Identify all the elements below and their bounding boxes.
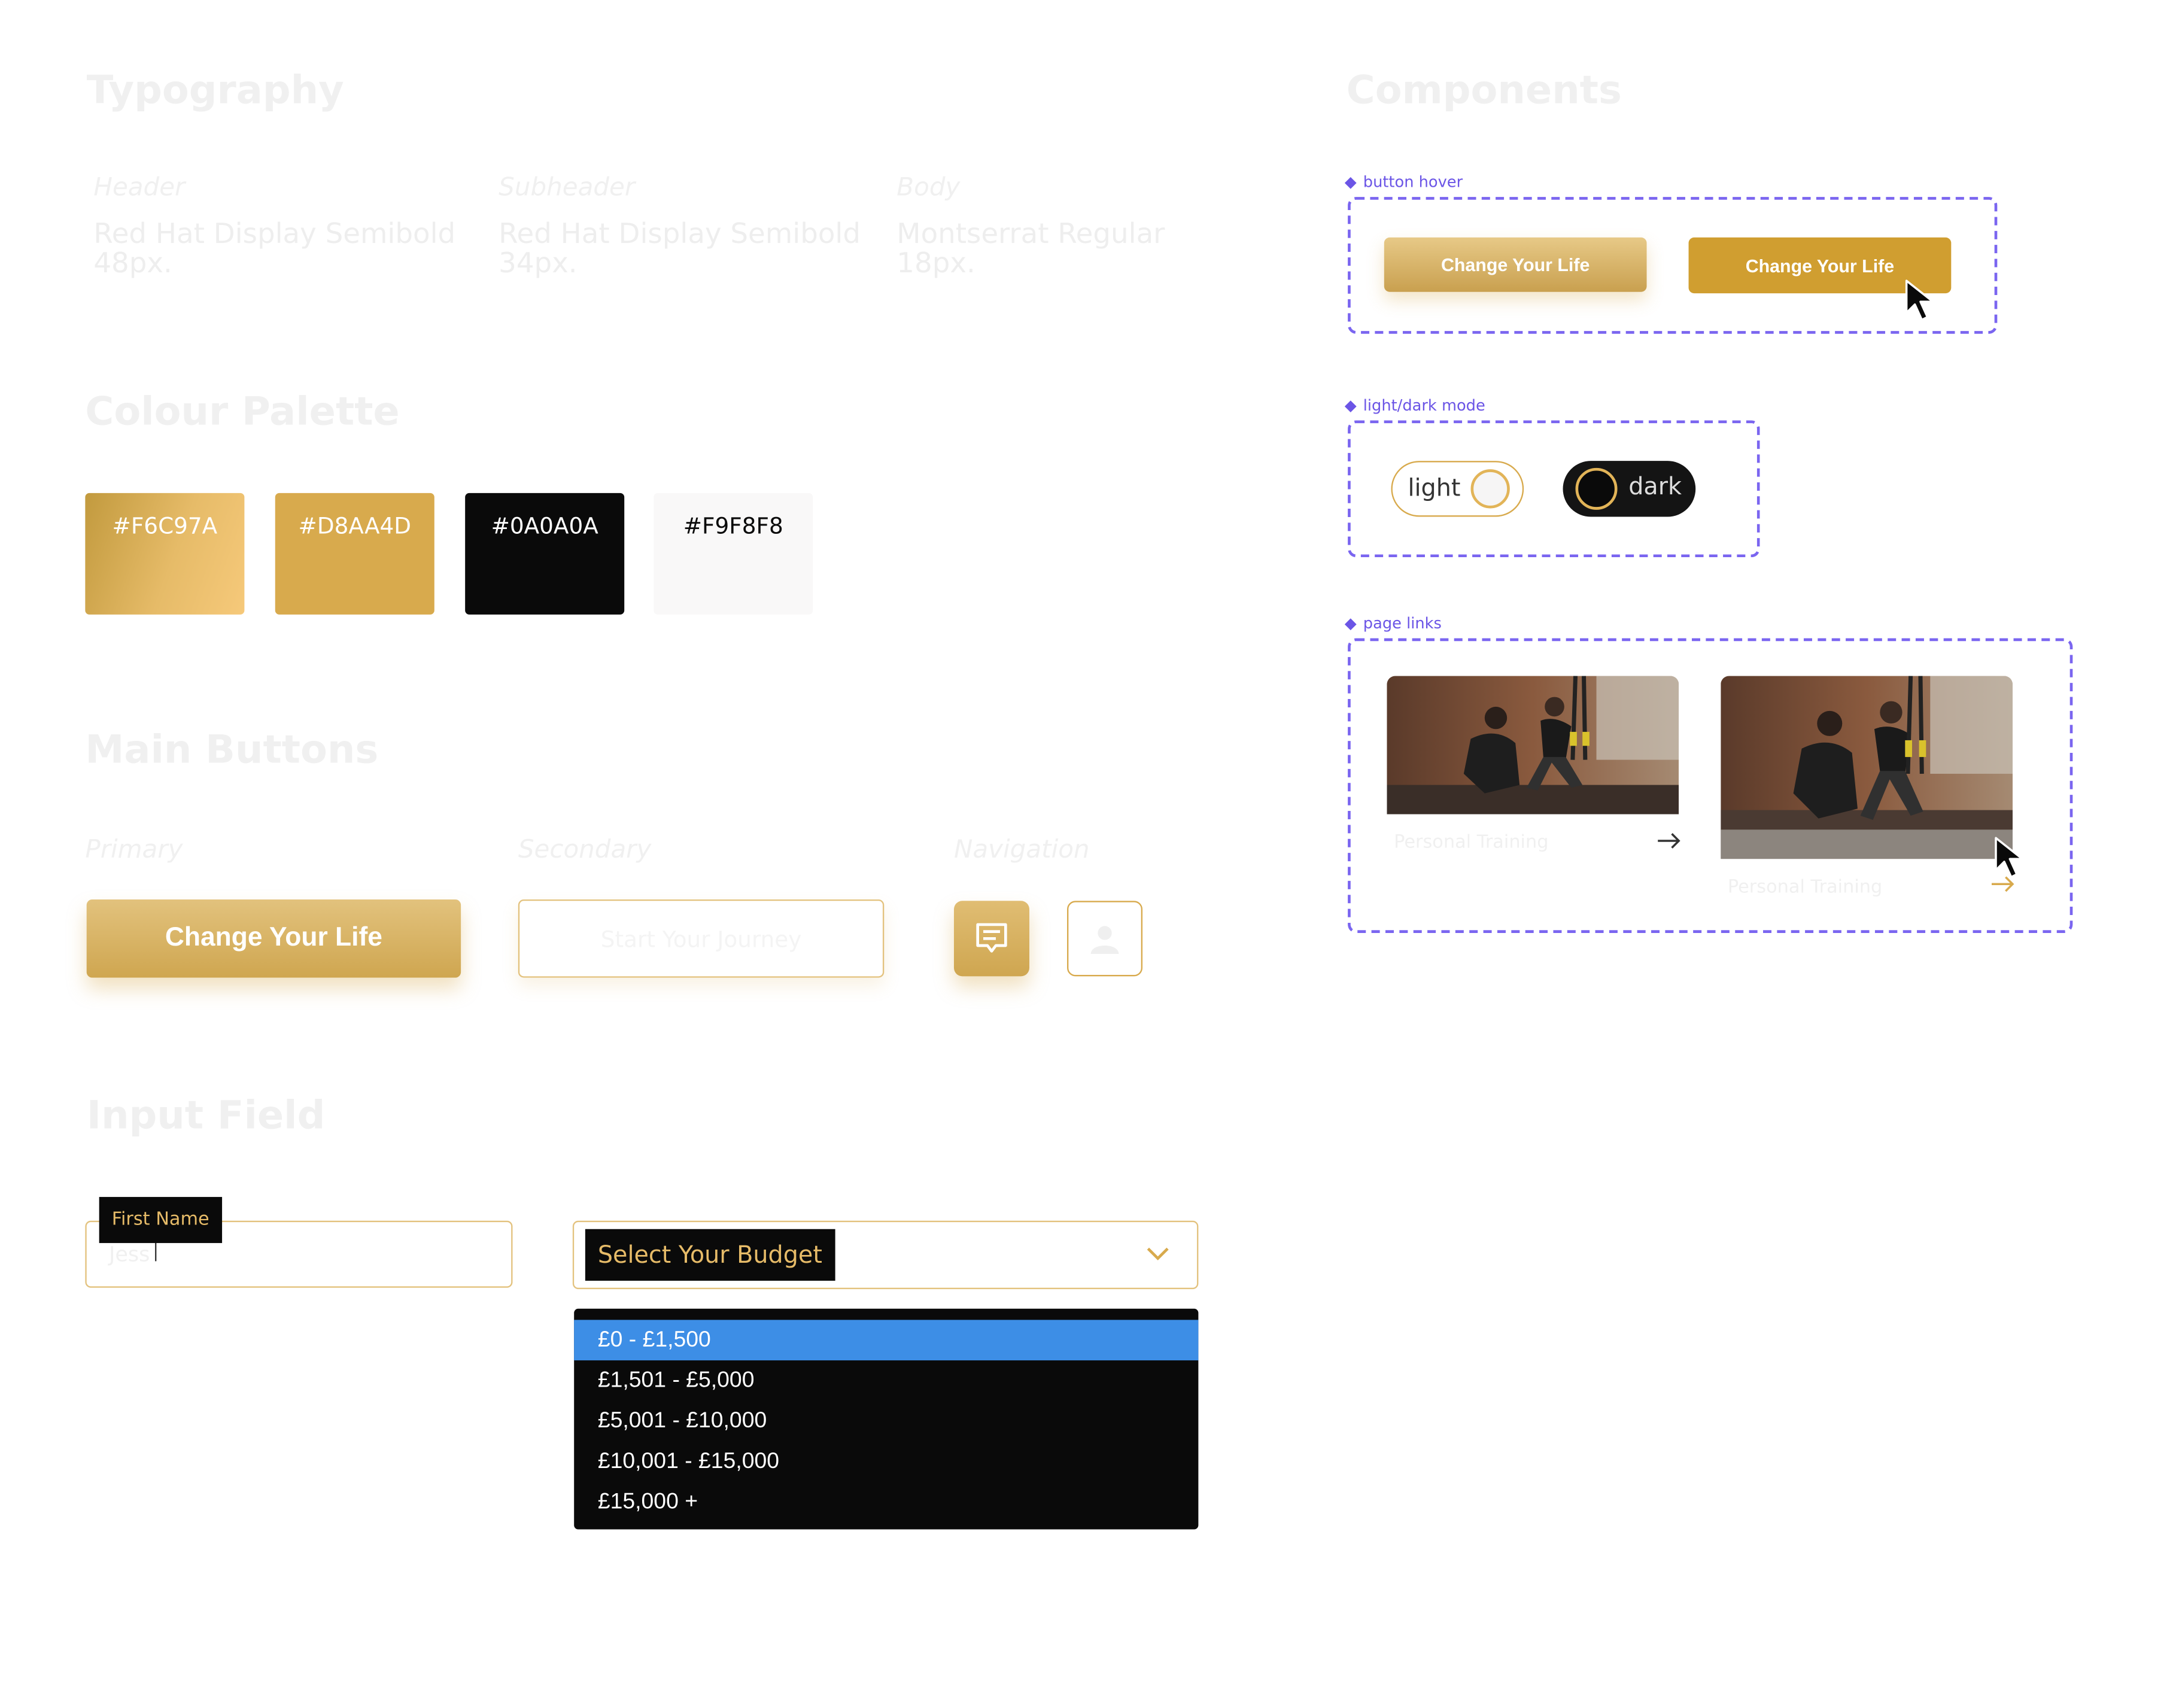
budget-option[interactable]: £5,001 - £10,000	[574, 1401, 1198, 1442]
budget-select[interactable]: Select Your Budget	[572, 1220, 1199, 1290]
button-label: Change Your Life	[1745, 254, 1895, 276]
swatch-label: #F9F8F8	[683, 512, 783, 539]
mode-label: light/dark mode	[1344, 396, 1485, 415]
typography-body-line1: Montserrat Regular	[896, 216, 1165, 250]
budget-option[interactable]: £10,001 - £15,000	[574, 1441, 1198, 1482]
main-buttons-title: Main Buttons	[85, 726, 379, 773]
gym-photo-image	[1387, 676, 1679, 815]
secondary-button-label: Start Your Journey	[600, 925, 802, 952]
message-icon	[976, 923, 1007, 953]
typography-title: Typography	[86, 67, 344, 114]
swatch-black: #0A0A0A	[465, 493, 625, 615]
card2-caption: Personal Training	[1727, 877, 1883, 898]
typography-subheader-line1: Red Hat Display Semibold	[499, 216, 861, 250]
typography-body-label: Body	[896, 173, 961, 203]
user-icon	[1090, 926, 1119, 954]
palette-title: Colour Palette	[85, 388, 400, 434]
nav-user-button[interactable]	[1067, 901, 1143, 977]
swatch-label: #F6C97A	[112, 512, 218, 539]
budget-option[interactable]: £1,501 - £5,000	[574, 1360, 1198, 1401]
first-name-label: First Name	[99, 1197, 222, 1244]
budget-option[interactable]: £15,000 +	[574, 1482, 1198, 1522]
mode-label-text: light/dark mode	[1363, 396, 1485, 415]
mouse-pointer-icon	[1995, 837, 2024, 879]
page-links-label: page links	[1344, 614, 1442, 633]
card1-caption: Personal Training	[1394, 832, 1549, 853]
gym-photo-image	[1721, 676, 2013, 859]
diamond-icon	[1344, 400, 1357, 412]
dark-toggle-label: dark	[1628, 473, 1682, 502]
light-toggle-label: light	[1408, 475, 1461, 503]
page-links-label-text: page links	[1363, 614, 1442, 633]
typography-subheader-label: Subheader	[499, 173, 636, 203]
typography-header-line2: 48px.	[93, 245, 172, 279]
diamond-icon	[1344, 618, 1357, 630]
budget-option-selected[interactable]: £0 - £1,500	[574, 1320, 1199, 1361]
chevron-down-icon	[1147, 1247, 1169, 1261]
swatch-gold: #D8AA4D	[275, 493, 434, 615]
change-your-life-button[interactable]: Change Your Life	[1384, 237, 1647, 292]
dark-mode-toggle[interactable]: dark	[1563, 461, 1696, 517]
budget-dropdown-list: £0 - £1,500 £1,501 - £5,000 £5,001 - £10…	[574, 1308, 1199, 1530]
swatch-gold-light: #F6C97A	[85, 493, 245, 615]
mouse-pointer-icon	[1905, 279, 1934, 321]
first-name-value: Jess	[109, 1241, 150, 1267]
dark-toggle-knob	[1575, 467, 1618, 510]
typography-body-line2: 18px.	[896, 245, 975, 279]
button-hover-label: button hover	[1344, 173, 1463, 192]
navigation-label: Navigation	[953, 835, 1090, 865]
swatch-label: #D8AA4D	[298, 512, 412, 539]
secondary-button[interactable]: Start Your Journey	[518, 899, 885, 978]
primary-label: Primary	[85, 835, 183, 865]
typography-header-label: Header	[93, 173, 186, 203]
diamond-icon	[1344, 176, 1357, 189]
budget-select-value: Select Your Budget	[585, 1229, 835, 1281]
arrow-right-icon[interactable]	[1657, 832, 1682, 849]
swatch-label: #0A0A0A	[491, 512, 598, 539]
button-label: Change Your Life	[1440, 254, 1590, 275]
primary-button-label: Change Your Life	[165, 923, 382, 953]
training-photo[interactable]	[1387, 676, 1679, 815]
input-field-title: Input Field	[86, 1092, 326, 1139]
typography-subheader-line2: 34px.	[499, 245, 578, 279]
secondary-label: Secondary	[518, 835, 652, 865]
primary-button[interactable]: Change Your Life	[86, 899, 461, 978]
typography-header-line1: Red Hat Display Semibold	[93, 216, 456, 250]
nav-message-button[interactable]	[953, 901, 1030, 977]
light-mode-toggle[interactable]: light	[1391, 461, 1524, 517]
components-title: Components	[1346, 67, 1622, 114]
training-photo-hover[interactable]	[1721, 676, 2013, 859]
button-hover-label-text: button hover	[1363, 173, 1463, 192]
swatch-offwhite: #F9F8F8	[654, 493, 813, 615]
light-toggle-knob	[1470, 469, 1510, 509]
